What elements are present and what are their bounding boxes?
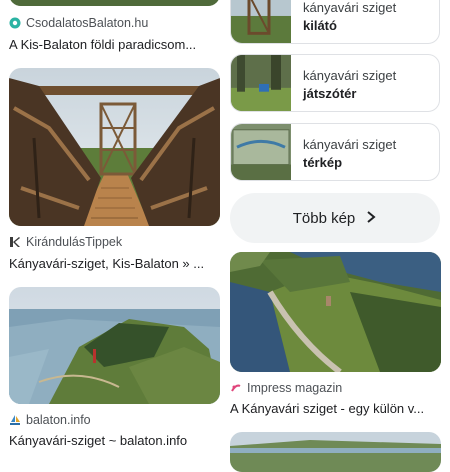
island-photo-image bbox=[9, 287, 220, 404]
chip-thumbnail bbox=[231, 0, 291, 43]
chip-thumbnail bbox=[231, 55, 291, 111]
teal-circle-icon bbox=[9, 17, 21, 29]
impress-logo-icon bbox=[230, 382, 242, 394]
chip-keyword: térkép bbox=[303, 155, 343, 170]
aerial-photo-image bbox=[230, 252, 441, 372]
bridge-photo-image bbox=[9, 68, 220, 226]
image-result-aerial[interactable] bbox=[230, 252, 441, 372]
related-search-chip-terkep[interactable]: kányavári sziget térkép bbox=[230, 123, 440, 181]
chip-query: kányavári sziget bbox=[303, 137, 397, 152]
source-name: balaton.info bbox=[26, 413, 91, 427]
source-line-kirandulas[interactable]: KirándulásTippek bbox=[9, 235, 122, 249]
image-result-island[interactable] bbox=[9, 287, 220, 404]
related-search-chip-jatszoter[interactable]: kányavári sziget játszótér bbox=[230, 54, 440, 112]
related-search-chip-kilato[interactable]: kányavári sziget kilátó bbox=[230, 0, 440, 44]
result-title[interactable]: A Kis-Balaton földi paradicsom... bbox=[9, 37, 219, 52]
source-line-impress[interactable]: Impress magazin bbox=[230, 381, 342, 395]
source-line-balaton-info[interactable]: balaton.info bbox=[9, 413, 91, 427]
chip-keyword: játszótér bbox=[303, 86, 357, 101]
sailboat-icon bbox=[9, 414, 21, 426]
k-logo-icon bbox=[9, 236, 21, 248]
chevron-right-icon bbox=[365, 210, 377, 227]
chip-query: kányavári sziget bbox=[303, 0, 397, 15]
image-result-bridge[interactable] bbox=[9, 68, 220, 226]
image-result-top-partial[interactable] bbox=[9, 0, 220, 6]
result-title[interactable]: Kányavári-sziget, Kis-Balaton » ... bbox=[9, 256, 219, 271]
source-name: Impress magazin bbox=[247, 381, 343, 395]
chip-query: kányavári sziget bbox=[303, 68, 397, 83]
result-title[interactable]: Kányavári-sziget ~ balaton.info bbox=[9, 433, 219, 448]
chip-keyword: kilátó bbox=[303, 18, 337, 33]
source-name: KirándulásTippek bbox=[26, 235, 123, 249]
source-line-csodalatos[interactable]: CsodalatosBalaton.hu bbox=[9, 16, 148, 30]
more-images-button[interactable]: Több kép bbox=[230, 193, 440, 243]
partial-photo-image bbox=[230, 432, 441, 472]
source-name: CsodalatosBalaton.hu bbox=[26, 16, 149, 30]
partial-photo-image bbox=[9, 0, 220, 6]
image-result-bottom-partial[interactable] bbox=[230, 432, 441, 472]
result-title[interactable]: A Kányavári sziget - egy külön v... bbox=[230, 401, 440, 416]
chip-thumbnail bbox=[231, 124, 291, 180]
more-images-label: Több kép bbox=[292, 209, 356, 227]
